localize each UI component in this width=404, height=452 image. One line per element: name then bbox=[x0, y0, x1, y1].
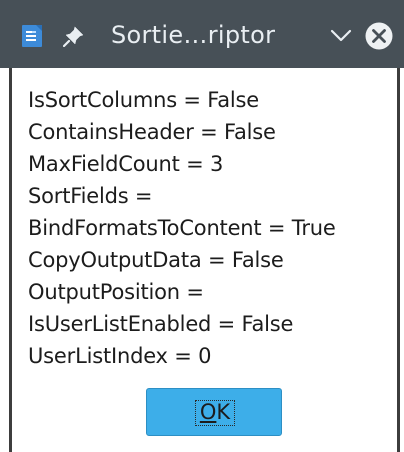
ok-button-label: OK bbox=[147, 389, 283, 437]
property-line: MaxFieldCount = 3 bbox=[28, 152, 224, 176]
window-title: Sortie…riptor bbox=[111, 21, 276, 49]
ok-button[interactable]: OK bbox=[146, 388, 282, 436]
ok-label-rest: K bbox=[216, 400, 231, 424]
message-text: IsSortColumns = False ContainsHeader = F… bbox=[28, 84, 394, 372]
property-line: OutputPosition = bbox=[28, 280, 204, 304]
property-line: IsSortColumns = False bbox=[28, 88, 260, 112]
ok-mnemonic: O bbox=[199, 400, 217, 424]
property-line: ContainsHeader = False bbox=[28, 120, 276, 144]
property-line: CopyOutputData = False bbox=[28, 248, 284, 272]
property-line: BindFormatsToContent = True bbox=[28, 216, 336, 240]
message-dialog: Sortie…riptor IsSortColumns = False Cont… bbox=[0, 0, 404, 452]
window-frame-left bbox=[9, 68, 12, 452]
property-line: SortFields = bbox=[28, 184, 153, 208]
pin-icon[interactable] bbox=[63, 25, 85, 47]
close-icon[interactable] bbox=[364, 21, 394, 51]
document-app-icon[interactable] bbox=[21, 25, 43, 47]
window-frame-right bbox=[397, 68, 400, 452]
property-line: IsUserListEnabled = False bbox=[28, 312, 294, 336]
property-line: UserListIndex = 0 bbox=[28, 344, 212, 368]
title-bar[interactable]: Sortie…riptor bbox=[0, 0, 404, 68]
chevron-down-icon[interactable] bbox=[330, 28, 352, 44]
